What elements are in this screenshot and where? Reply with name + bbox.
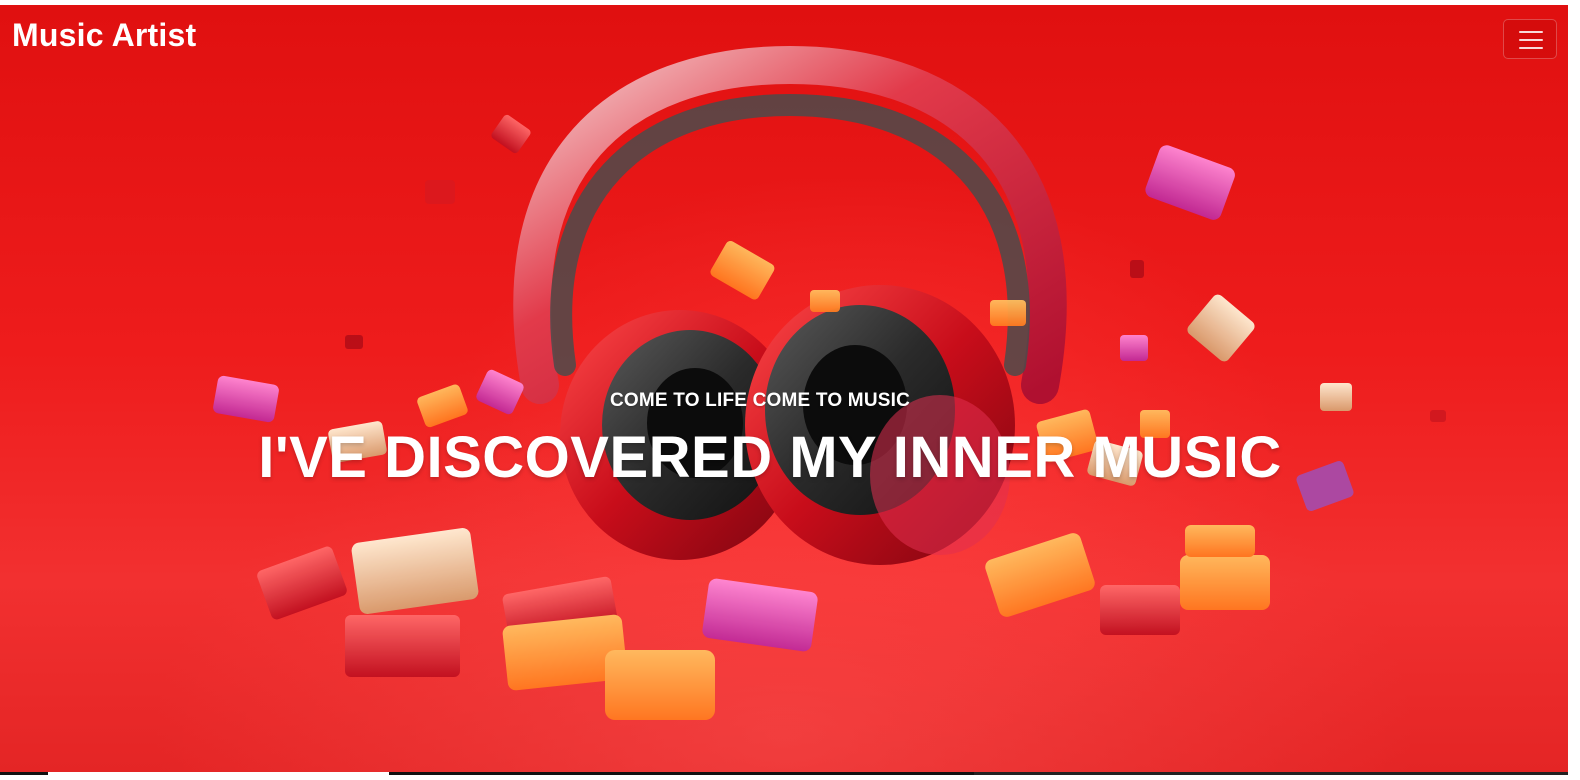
carousel-indicator-3[interactable] [389,772,974,775]
hero-subtitle: COME TO LIFE COME TO MUSIC [609,390,911,411]
brand-link[interactable]: Music Artist [12,17,196,54]
carousel-indicators [0,772,1580,780]
hamburger-menu-icon-middle [1519,39,1543,41]
hamburger-menu-icon-bottom [1519,47,1543,49]
headphones-image [213,45,1446,720]
navbar: Music Artist [0,5,1568,73]
hero-headline: I'VE DISCOVERED MY INNER MUSIC [258,425,1282,490]
hero-carousel [0,5,1568,772]
carousel-indicator-4[interactable] [974,772,1568,775]
carousel-indicator-2[interactable] [48,772,389,775]
carousel-indicator-1[interactable] [0,772,48,775]
hamburger-menu-icon [1519,31,1543,33]
hamburger-menu-button[interactable] [1503,19,1557,59]
